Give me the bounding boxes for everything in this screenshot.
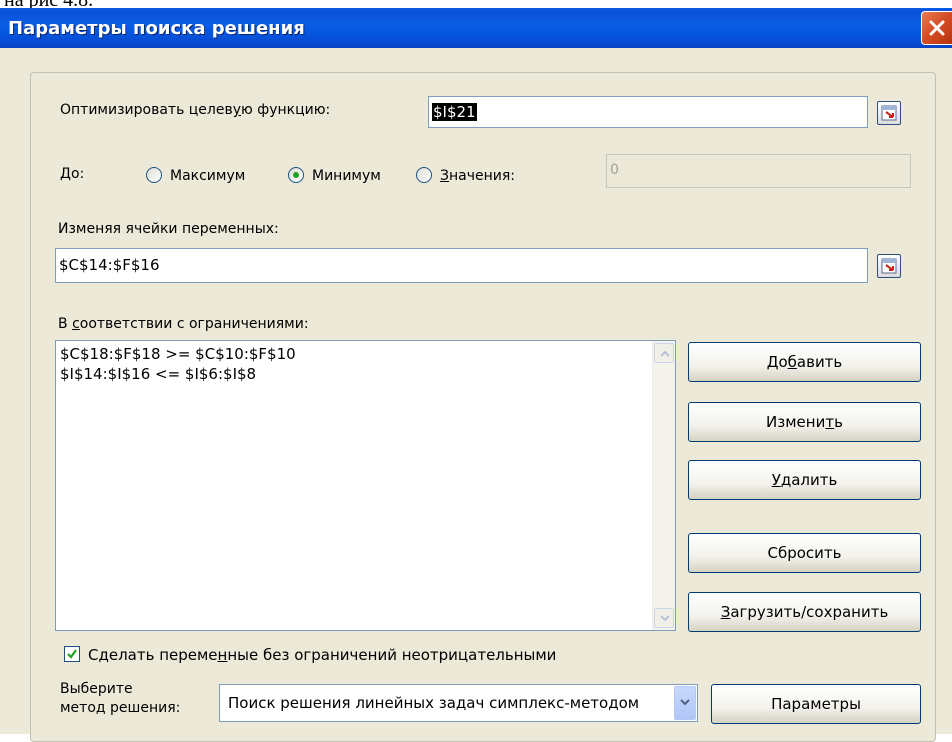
radio-value-label: Значения: [440,168,515,184]
close-button[interactable] [921,11,952,45]
add-button[interactable]: Добавить [688,342,921,382]
variables-ref-button[interactable] [877,254,901,278]
radio-minimum-label: Минимум [312,168,381,184]
reset-button[interactable]: Сбросить [688,533,921,573]
scroll-down-button[interactable] [654,608,674,628]
method-selected-value: Поиск решения линейных задач симплекс-ме… [228,694,640,712]
chevron-down-icon [680,699,690,706]
delete-button[interactable]: Удалить [688,460,921,500]
to-label: До: [60,166,85,182]
method-dropdown-button[interactable] [674,686,696,720]
constraints-list[interactable]: $C$18:$F$18 >= $C$10:$F$10 $I$14:$I$16 <… [55,340,676,631]
variables-label: Изменяя ячейки переменных: [58,221,279,237]
objective-input[interactable]: $I$21 [428,96,868,128]
objective-label: Оптимизировать целевую функцию: [60,102,331,118]
scroll-up-button[interactable] [654,343,674,363]
check-icon [67,649,77,659]
nonnegative-checkbox[interactable] [64,646,80,662]
load-save-button[interactable]: Загрузить/сохранить [688,592,921,632]
range-select-icon [881,105,897,121]
title-bar[interactable]: Параметры поиска решения [0,8,952,48]
constraints-label: В соответствии с ограничениями: [58,316,309,332]
constraints-scrollbar[interactable] [652,341,675,630]
list-item[interactable]: $I$14:$I$16 <= $I$6:$I$8 [60,365,256,383]
list-item[interactable]: $C$18:$F$18 >= $C$10:$F$10 [60,345,296,363]
chevron-up-icon [660,350,670,357]
chevron-down-icon [660,615,670,622]
close-icon [929,20,945,36]
method-label: Выберите метод решения: [60,681,181,716]
radio-maximum[interactable] [146,167,162,183]
options-button[interactable]: Параметры [711,684,921,724]
radio-minimum[interactable] [288,167,304,183]
radio-maximum-label: Максимум [170,168,246,184]
method-select[interactable]: Поиск решения линейных задач симплекс-ме… [219,684,698,722]
range-select-icon [881,258,897,274]
variables-input[interactable]: $C$14:$F$16 [55,248,868,283]
radio-value[interactable] [416,167,432,183]
objective-value: $I$21 [432,103,477,121]
objective-ref-button[interactable] [877,101,901,125]
change-button[interactable]: Изменить [688,402,921,442]
nonnegative-label: Сделать переменные без ограничений неотр… [88,646,557,664]
value-input[interactable]: 0 [606,154,911,188]
window-title: Параметры поиска решения [8,18,305,39]
